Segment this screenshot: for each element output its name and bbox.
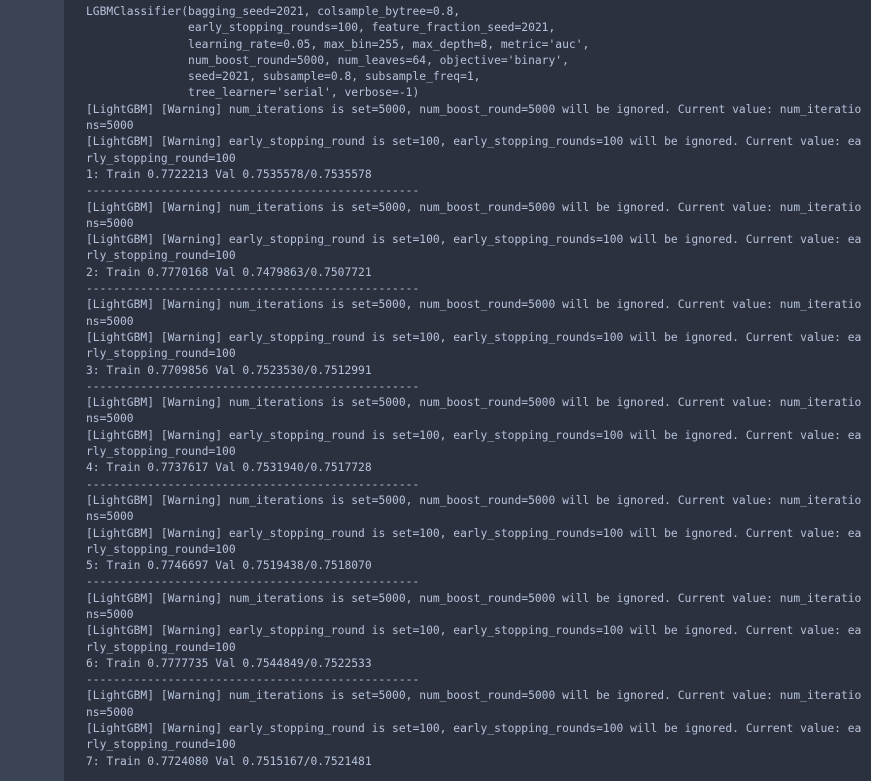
training-log: [LightGBM] [Warning] num_iterations is s… [86, 102, 862, 768]
output-stream-text: LGBMClassifier(bagging_seed=2021, colsam… [64, 4, 871, 770]
cell-gutter [0, 0, 64, 781]
cell-output-panel[interactable]: LGBMClassifier(bagging_seed=2021, colsam… [64, 0, 871, 781]
estimator-repr: LGBMClassifier(bagging_seed=2021, colsam… [86, 5, 590, 100]
notebook-output-cell: LGBMClassifier(bagging_seed=2021, colsam… [0, 0, 871, 781]
